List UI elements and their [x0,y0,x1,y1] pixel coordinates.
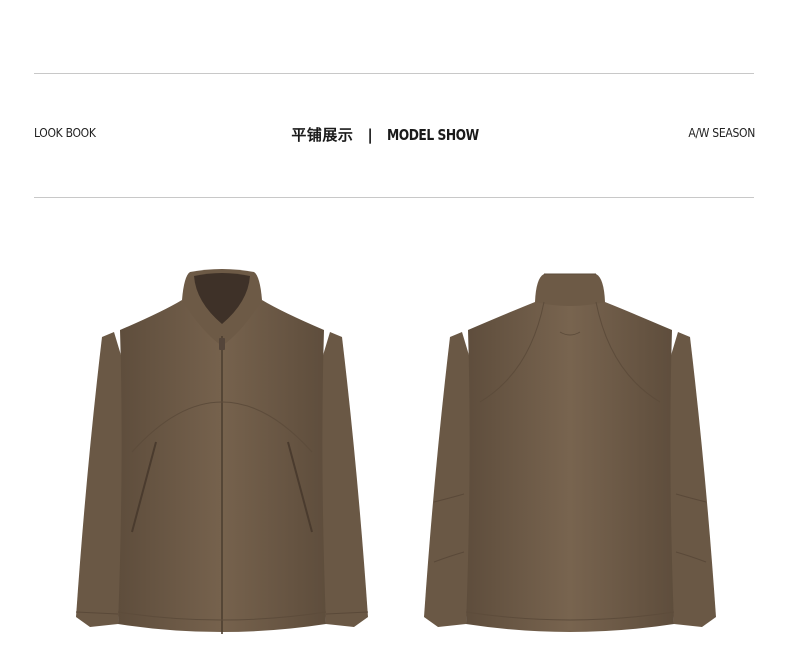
jacket-front-image [75,269,369,634]
jacket-back-image [424,273,716,632]
top-divider [34,73,754,74]
title-separator: | [367,126,373,144]
title-english: MODEL SHOW [386,126,479,144]
season-label: A/W SEASON [688,126,755,140]
title-chinese: 平铺展示 [291,126,354,144]
bottom-divider [34,197,754,198]
section-title: 平铺展示 | MODEL SHOW [0,124,790,145]
